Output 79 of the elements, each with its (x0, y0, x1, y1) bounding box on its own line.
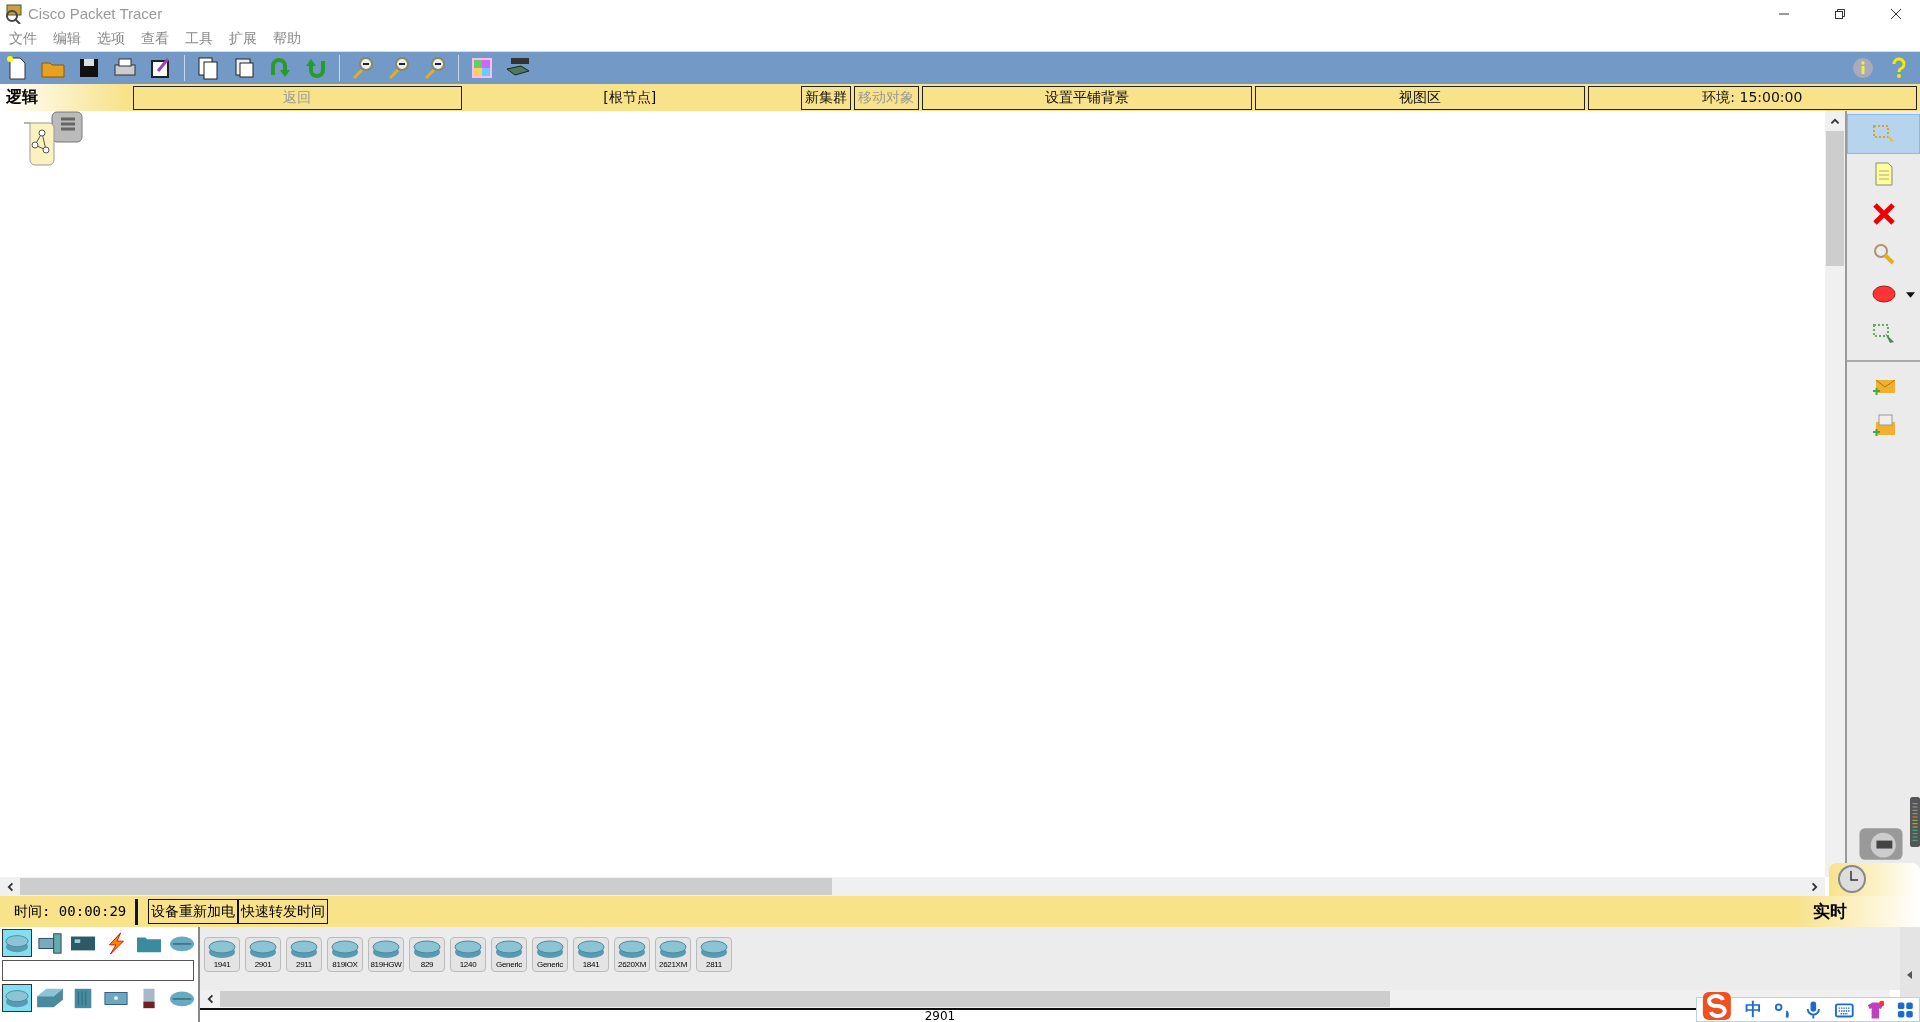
time-button[interactable]: 设备重新加电 (148, 899, 238, 924)
window-title: Cisco Packet Tracer (28, 5, 163, 22)
menu-item[interactable]: 文件 (9, 30, 37, 48)
realtime-tab[interactable] (1829, 863, 1920, 896)
menu-item[interactable]: 扩展 (229, 30, 257, 48)
device-model: 1941 (213, 960, 231, 969)
router-icon (412, 939, 442, 959)
shirt-icon[interactable] (1865, 999, 1885, 1020)
device-model: 2911 (296, 960, 312, 969)
device-button[interactable]: 819IOX (327, 937, 363, 972)
router-icon (658, 939, 688, 959)
delete-icon (1870, 201, 1897, 227)
time-button[interactable]: 快速转发时间 (238, 899, 328, 924)
device-model: 2621XM (659, 960, 687, 969)
device-model: 1841 (582, 960, 600, 969)
device-button[interactable]: 2811 (696, 937, 732, 972)
device-button[interactable]: 1841 (573, 937, 609, 972)
router-icon (699, 939, 729, 959)
device-model: 2620XM (618, 960, 646, 969)
device-button[interactable]: Generic (532, 937, 568, 972)
router-icon (453, 939, 483, 959)
router-icon (617, 939, 647, 959)
stopwatch-icon[interactable] (1858, 827, 1904, 861)
device-model: 2901 (254, 960, 272, 969)
input-mode[interactable]: 中 (1744, 998, 1762, 1021)
nav-button[interactable]: 环境: 15:00:00 (1587, 85, 1917, 110)
router-icon (289, 939, 319, 959)
router-icon (494, 939, 524, 959)
device-button[interactable]: 2620XM (614, 937, 650, 972)
device-button[interactable]: 2621XM (655, 937, 691, 972)
input-method-logo-icon[interactable] (1701, 990, 1733, 1021)
router-icon (371, 939, 401, 959)
menu-item[interactable]: 查看 (141, 30, 169, 48)
switch-icon (36, 986, 64, 1010)
router-icon (535, 939, 565, 959)
device-model: 829 (420, 960, 434, 969)
device-button[interactable]: 1240 (450, 937, 486, 972)
clock-icon (1837, 864, 1867, 894)
nav-button[interactable]: 设置平铺背景 (922, 85, 1253, 110)
category-button[interactable] (2, 929, 32, 957)
scroll-thumb[interactable] (220, 991, 1390, 1007)
collapse-icon[interactable] (1905, 969, 1915, 980)
device-model: 819IOX (332, 960, 358, 969)
open-envelope-icon (1870, 412, 1897, 438)
device-button[interactable]: 2911 (286, 937, 322, 972)
menu-item[interactable]: 选项 (97, 30, 125, 48)
device-model: 1240 (459, 960, 477, 969)
vertical-scrollbar[interactable] (1825, 111, 1845, 877)
router-icon (330, 939, 360, 959)
scroll-thumb[interactable] (1826, 131, 1844, 266)
device-button[interactable]: 1941 (204, 937, 240, 972)
copy-icon[interactable] (195, 55, 221, 81)
simulation-time: 时间: 00:00:29 (13, 902, 128, 921)
subcategory-button[interactable] (2, 984, 32, 1012)
close-icon[interactable] (1890, 7, 1902, 20)
nav-button[interactable]: 新集群 (800, 85, 851, 110)
zoom-out-icon[interactable] (422, 55, 448, 81)
device-button[interactable]: 2901 (245, 937, 281, 972)
computer-icon (36, 931, 64, 955)
selected-model: 2901 (924, 1010, 956, 1022)
menu-item[interactable]: 工具 (185, 30, 213, 48)
restore-icon[interactable] (1834, 7, 1846, 20)
device-button[interactable]: 829 (409, 937, 445, 972)
device-model: 819HGW (370, 960, 402, 969)
router-icon (207, 939, 237, 959)
router-icon (248, 939, 278, 959)
router-icon (576, 939, 606, 959)
menu-item[interactable]: 帮助 (273, 30, 301, 48)
scroll-thumb[interactable] (20, 878, 832, 895)
device-model: Generic (496, 960, 522, 969)
horizontal-scrollbar[interactable] (0, 877, 1825, 896)
device-button[interactable]: 819HGW (368, 937, 404, 972)
dropdown-icon[interactable] (1906, 292, 1915, 299)
device-model: 2811 (706, 960, 722, 969)
menu-item[interactable]: 编辑 (53, 30, 81, 48)
device-button[interactable]: Generic (491, 937, 527, 972)
nav-button[interactable]: 视图区 (1255, 85, 1585, 110)
app-icon (4, 3, 24, 24)
device-model: Generic (537, 960, 563, 969)
